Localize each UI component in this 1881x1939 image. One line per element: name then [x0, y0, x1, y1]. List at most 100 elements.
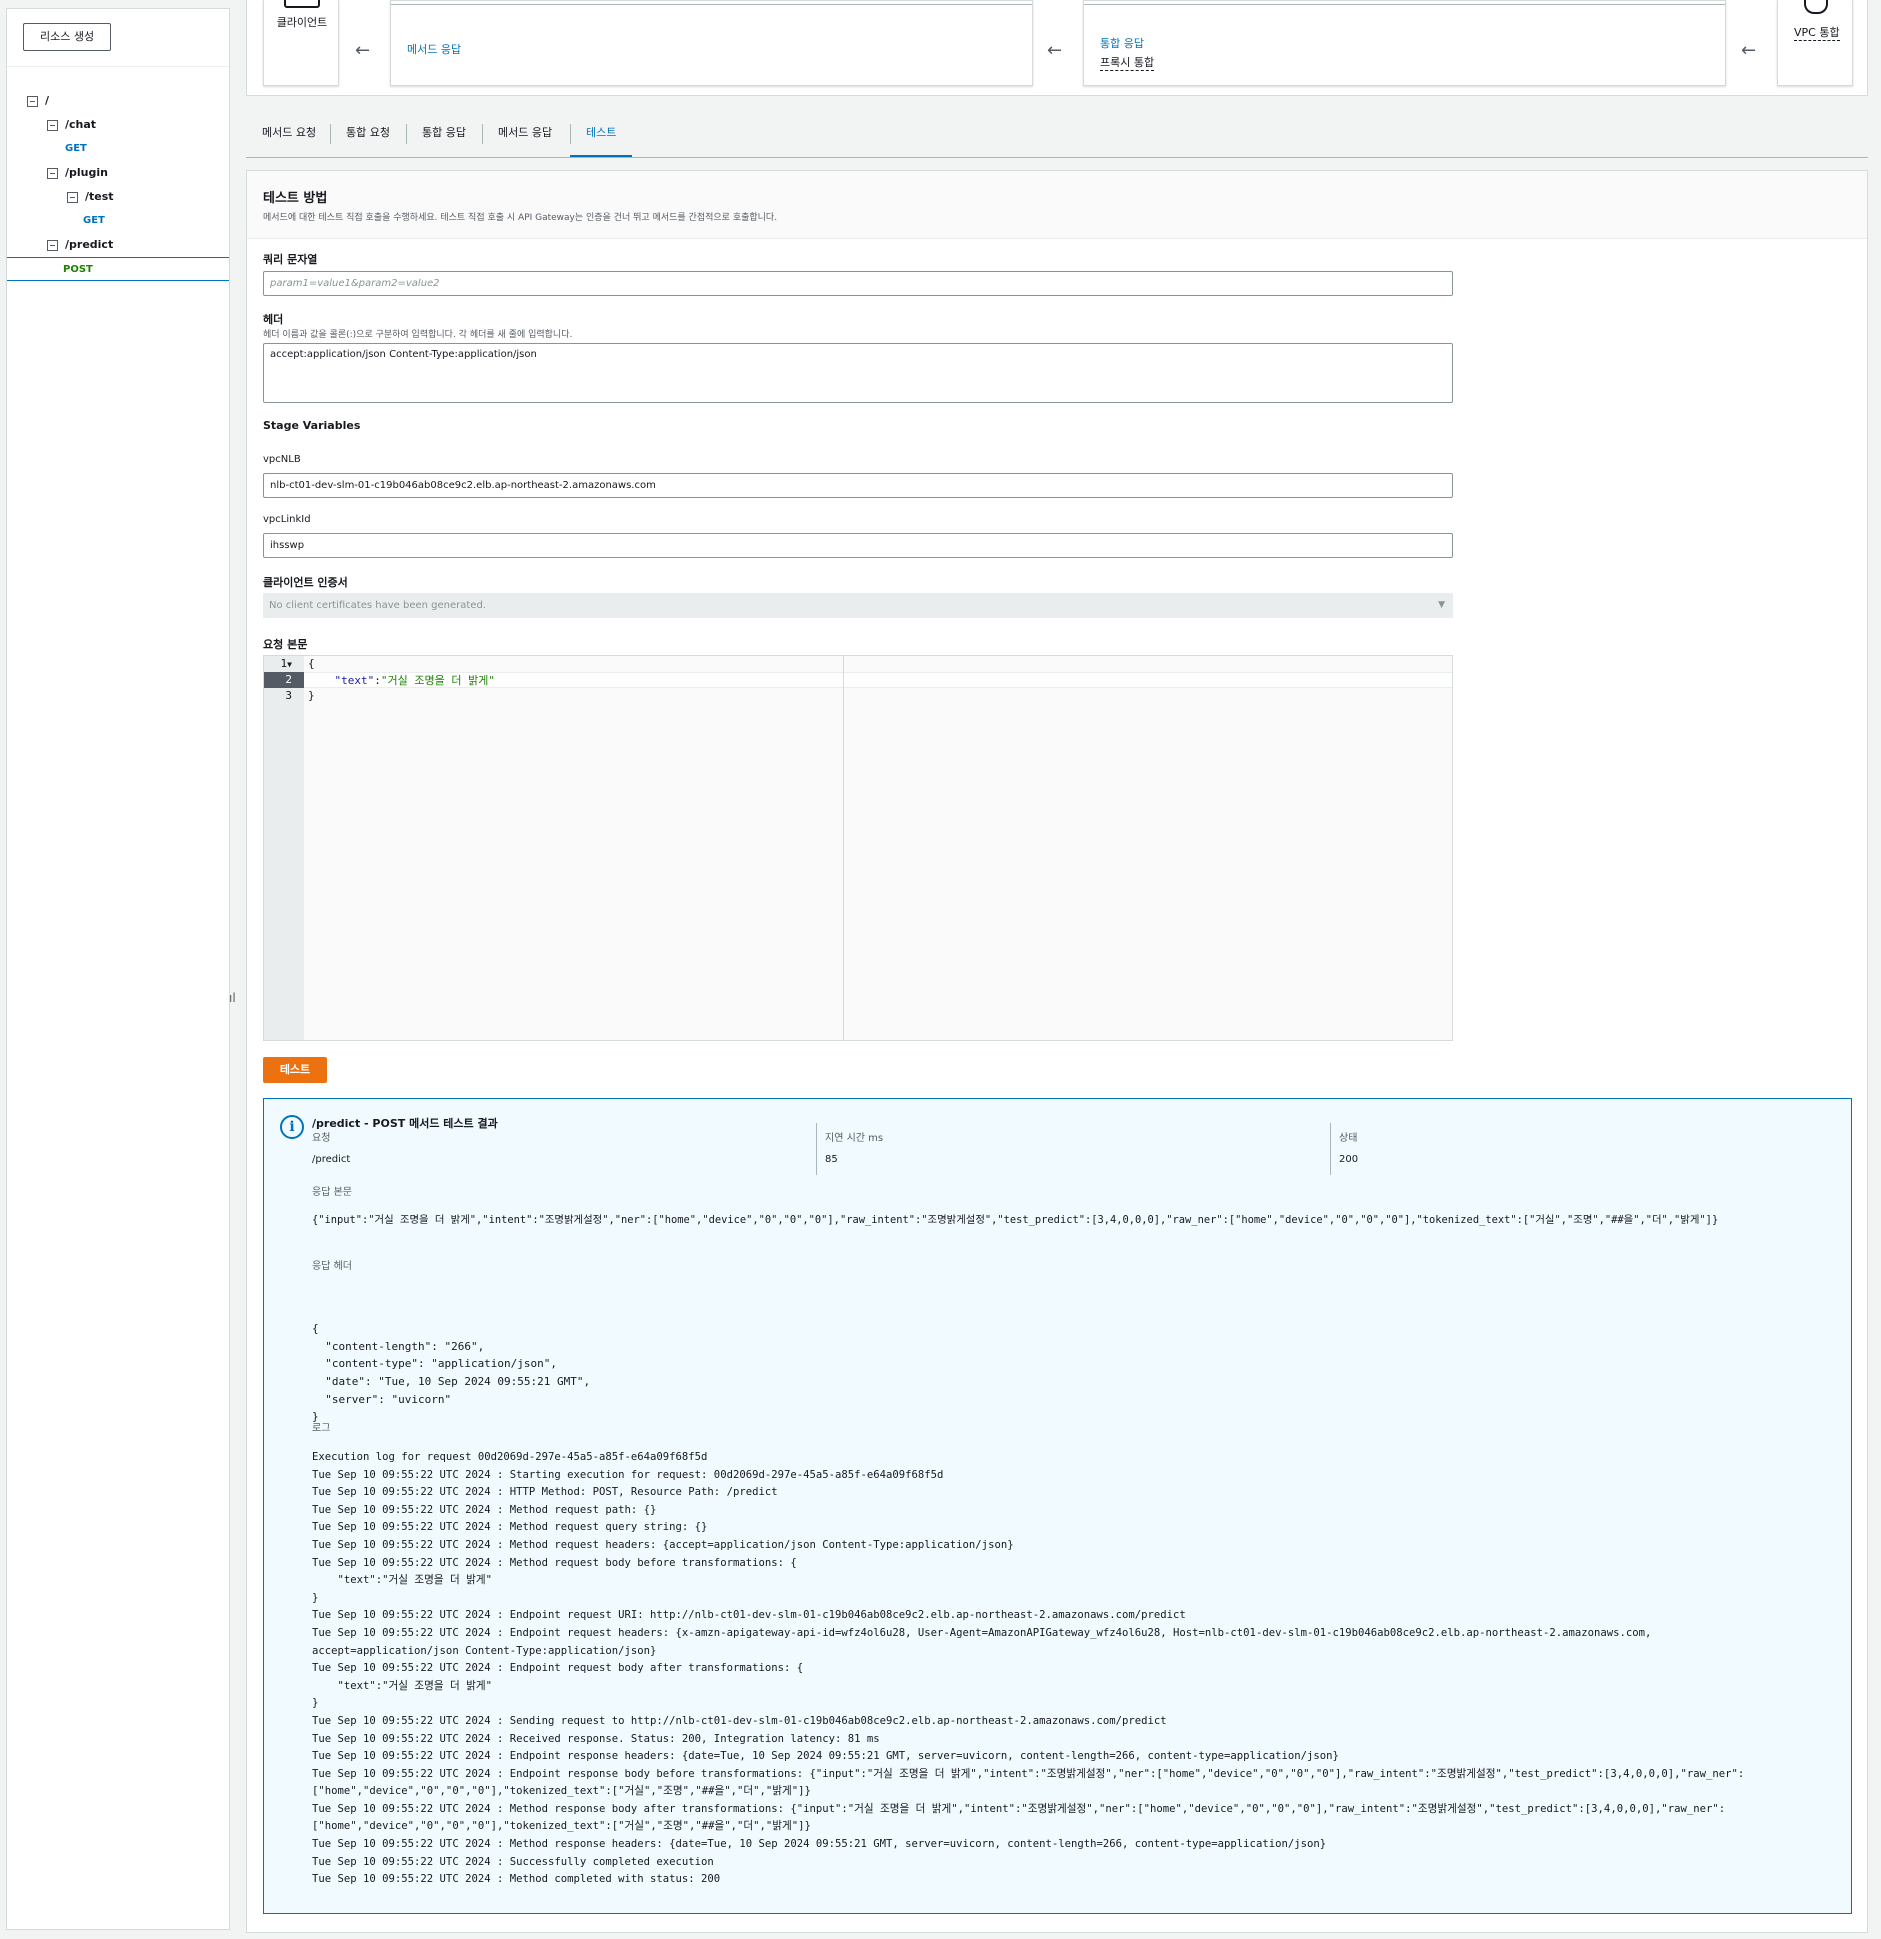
log-line: Tue Sep 10 09:55:22 UTC 2024 : Successfu…	[312, 1855, 714, 1868]
collapse-icon[interactable]	[67, 192, 78, 203]
log-line: Tue Sep 10 09:55:22 UTC 2024 : HTTP Meth…	[312, 1486, 778, 1499]
tree-node-predict[interactable]: /predict	[7, 233, 229, 257]
sidebar-resize-handle[interactable]: ıl	[229, 991, 236, 1005]
log-line: Tue Sep 10 09:55:22 UTC 2024 : Sending r…	[312, 1714, 1167, 1727]
headers-textarea[interactable]: accept:application/json Content-Type:app…	[263, 343, 1453, 403]
tab-test[interactable]: 테스트	[570, 116, 633, 157]
method-response-card: 메서드 응답	[390, 0, 1033, 86]
response-body: {"input":"거실 조명을 더 밝게","intent":"조명밝게설정"…	[312, 1214, 1719, 1226]
collapse-icon[interactable]	[47, 120, 58, 131]
log-line: Execution log for request 00d2069d-297e-…	[312, 1451, 708, 1463]
response-headers: { "content-length": "266", "content-type…	[312, 1322, 591, 1424]
client-box[interactable]: 클라이언트	[263, 0, 339, 86]
client-icon	[284, 0, 320, 8]
log-line: accept=application/json Content-Type:app…	[312, 1644, 657, 1657]
request-value: /predict	[312, 1154, 351, 1165]
vpc-label: VPC 통합	[1794, 26, 1840, 41]
status-value: 200	[1339, 1154, 1359, 1165]
panel-header: 테스트 방법 메서드에 대한 테스트 직접 호출을 수행하세요. 테스트 직접 …	[247, 171, 1867, 239]
tab-integration-response[interactable]: 통합 응답	[406, 116, 482, 157]
tree-method-label: GET	[83, 215, 105, 226]
card-divider	[1084, 1, 1725, 5]
log-line: ["home","device","0","0","0"],"tokenized…	[312, 1785, 811, 1798]
log-line: Tue Sep 10 09:55:22 UTC 2024 : Method re…	[312, 1538, 1014, 1551]
resource-tree: / /chat GET /plugin /test GET /predict P…	[7, 67, 229, 281]
run-test-button[interactable]: 테스트	[263, 1057, 327, 1083]
log-line: Tue Sep 10 09:55:22 UTC 2024 : Endpoint …	[312, 1609, 1186, 1622]
tree-node-test[interactable]: /test	[7, 185, 229, 209]
log-line: Tue Sep 10 09:55:22 UTC 2024 : Method co…	[312, 1873, 721, 1886]
response-headers-label: 응답 헤더	[312, 1261, 352, 1272]
method-tabs: 메서드 요청 통합 요청 통합 응답 메서드 응답 테스트	[246, 116, 1868, 158]
tree-node-label: /	[45, 94, 50, 107]
log-line: Tue Sep 10 09:55:22 UTC 2024 : Endpoint …	[312, 1626, 1652, 1639]
editor-print-margin	[843, 656, 844, 1040]
tree-node-root[interactable]: /	[7, 89, 229, 113]
tree-node-label: /chat	[65, 118, 97, 131]
client-certificate-select[interactable]: No client certificates have been generat…	[263, 593, 1453, 618]
tree-node-plugin[interactable]: /plugin	[7, 161, 229, 185]
panel-title: 테스트 방법	[263, 191, 328, 206]
result-request: 요청 /predict	[312, 1129, 812, 1173]
tree-method-chat-get[interactable]: GET	[7, 137, 229, 161]
log-line: Tue Sep 10 09:55:22 UTC 2024 : Method re…	[312, 1521, 708, 1534]
status-label: 상태	[1339, 1133, 1358, 1144]
tab-method-response[interactable]: 메서드 응답	[482, 116, 568, 157]
tab-method-request[interactable]: 메서드 요청	[246, 116, 332, 157]
card-divider	[391, 1, 1032, 5]
log-line: }	[312, 1697, 319, 1710]
arrow-left-icon: ←	[1047, 40, 1063, 61]
response-body-label: 응답 본문	[312, 1187, 352, 1198]
log-line: Tue Sep 10 09:55:22 UTC 2024 : Method re…	[312, 1802, 1726, 1815]
tree-node-chat[interactable]: /chat	[7, 113, 229, 137]
tab-integration-request[interactable]: 통합 요청	[330, 116, 406, 157]
collapse-icon[interactable]	[47, 240, 58, 251]
code-line-current: "text":"거실 조명을 더 밝게"	[304, 672, 1452, 688]
method-response-link[interactable]: 메서드 응답	[407, 41, 461, 57]
log-line: Tue Sep 10 09:55:22 UTC 2024 : Method re…	[312, 1556, 797, 1569]
client-certificate-value: No client certificates have been generat…	[269, 600, 486, 611]
line-number: 3	[285, 689, 292, 702]
vpc-icon	[1804, 0, 1828, 14]
integration-response-card: 통합 응답 프록시 통합	[1083, 0, 1726, 86]
log-line: Tue Sep 10 09:55:22 UTC 2024 : Method re…	[312, 1838, 1327, 1851]
collapse-icon[interactable]	[27, 96, 38, 107]
test-result: i /predict - POST 메서드 테스트 결과 요청 /predict…	[263, 1098, 1852, 1914]
client-label: 클라이언트	[276, 16, 328, 29]
vpclinkid-input[interactable]: ihsswp	[263, 533, 1453, 558]
panel-description: 메서드에 대한 테스트 직접 호출을 수행하세요. 테스트 직접 호출 시 AP…	[263, 213, 778, 223]
headers-label: 헤더	[263, 313, 284, 326]
log-line: Tue Sep 10 09:55:22 UTC 2024 : Endpoint …	[312, 1767, 1745, 1780]
sidebar-header: 리소스 생성	[7, 9, 229, 67]
integration-response-link[interactable]: 통합 응답	[1100, 35, 1144, 51]
log-line: Tue Sep 10 09:55:22 UTC 2024 : Received …	[312, 1732, 880, 1745]
tree-method-label: GET	[65, 143, 87, 154]
tree-node-label: /test	[85, 190, 114, 203]
log-line: "text":"거실 조명을 더 밝게"	[312, 1574, 493, 1587]
result-status: 상태 200	[1330, 1123, 1830, 1175]
tree-method-predict-post[interactable]: POST	[7, 257, 229, 281]
log-line: Tue Sep 10 09:55:22 UTC 2024 : Endpoint …	[312, 1750, 1339, 1763]
tree-method-label: POST	[63, 264, 93, 275]
editor-gutter	[264, 656, 304, 1040]
arrow-left-icon: ←	[355, 40, 371, 61]
log-line: ["home","device","0","0","0"],"tokenized…	[312, 1820, 811, 1833]
code-line: {	[308, 657, 315, 670]
logs-label: 로그	[312, 1423, 331, 1434]
log-line: Tue Sep 10 09:55:22 UTC 2024 : Endpoint …	[312, 1662, 804, 1675]
collapse-icon[interactable]	[47, 168, 58, 179]
vpc-integration-box[interactable]: VPC 통합	[1777, 0, 1853, 86]
vpclinkid-label: vpcLinkId	[263, 514, 311, 525]
create-resource-button[interactable]: 리소스 생성	[23, 23, 112, 51]
tree-node-label: /plugin	[65, 166, 108, 179]
request-body-editor[interactable]: 1▼ 2 3 { "text":"거실 조명을 더 밝게" }	[263, 655, 1453, 1041]
execution-log: Execution log for request 00d2069d-297e-…	[312, 1449, 1744, 1889]
tree-method-test-get[interactable]: GET	[7, 209, 229, 233]
info-icon: i	[280, 1115, 304, 1139]
vpcnlb-input[interactable]: nlb-ct01-dev-slm-01-c19b046ab08ce9c2.elb…	[263, 473, 1453, 498]
log-line: Tue Sep 10 09:55:22 UTC 2024 : Method re…	[312, 1503, 657, 1516]
query-string-input[interactable]: param1=value1&param2=value2	[263, 271, 1453, 296]
query-string-label: 쿼리 문자열	[263, 253, 318, 266]
line-number: 2	[264, 672, 304, 688]
tree-node-label: /predict	[65, 238, 114, 251]
